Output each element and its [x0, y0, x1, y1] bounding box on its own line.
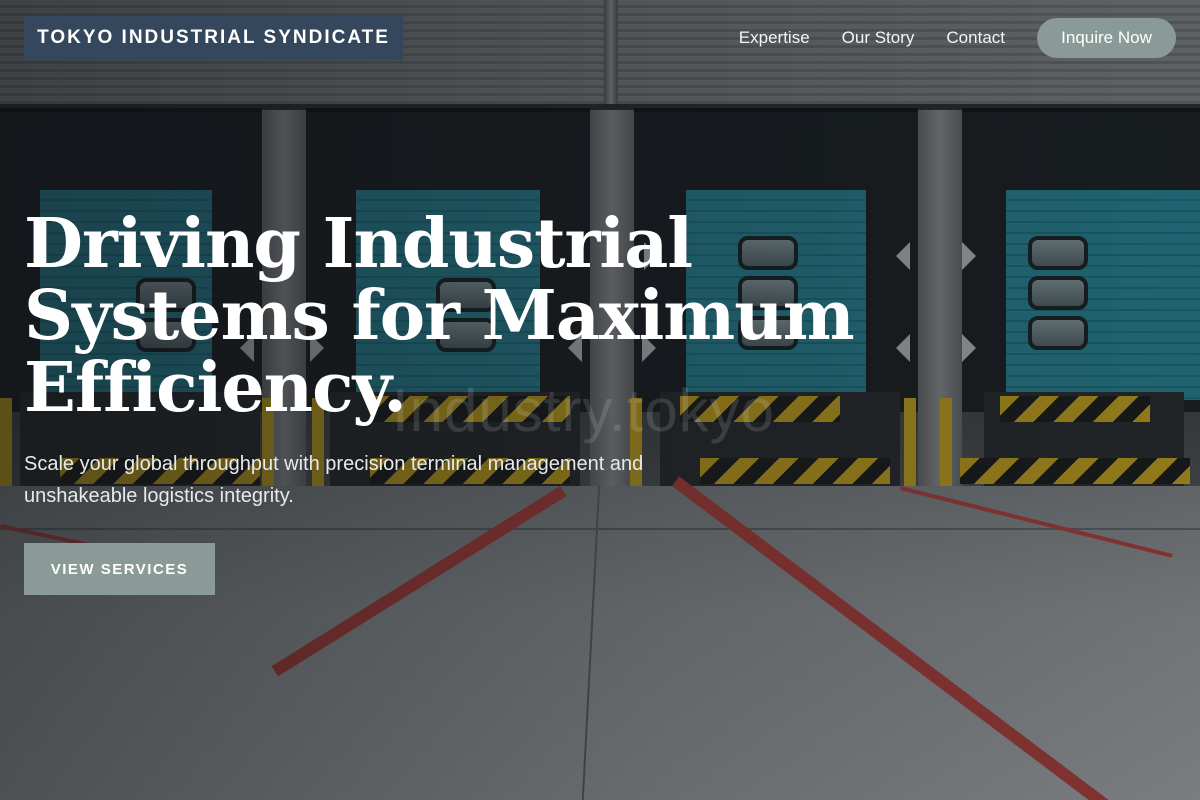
- hero-title: Driving Industrial Systems for Maximum E…: [24, 204, 855, 428]
- nav-link-contact[interactable]: Contact: [946, 28, 1005, 48]
- nav-link-our-story[interactable]: Our Story: [842, 28, 915, 48]
- view-services-button[interactable]: VIEW SERVICES: [24, 543, 215, 595]
- hero-subtitle: Scale your global throughput with precis…: [24, 453, 644, 507]
- site-header: TOKYO INDUSTRIAL SYNDICATE Expertise Our…: [0, 0, 1200, 76]
- brand-logo[interactable]: TOKYO INDUSTRIAL SYNDICATE: [24, 16, 403, 60]
- nav-link-expertise[interactable]: Expertise: [739, 28, 810, 48]
- page: Industry.tokyo TOKYO INDUSTRIAL SYNDICAT…: [0, 0, 1200, 800]
- main-nav: Expertise Our Story Contact Inquire Now: [739, 18, 1176, 58]
- inquire-now-button[interactable]: Inquire Now: [1037, 18, 1176, 58]
